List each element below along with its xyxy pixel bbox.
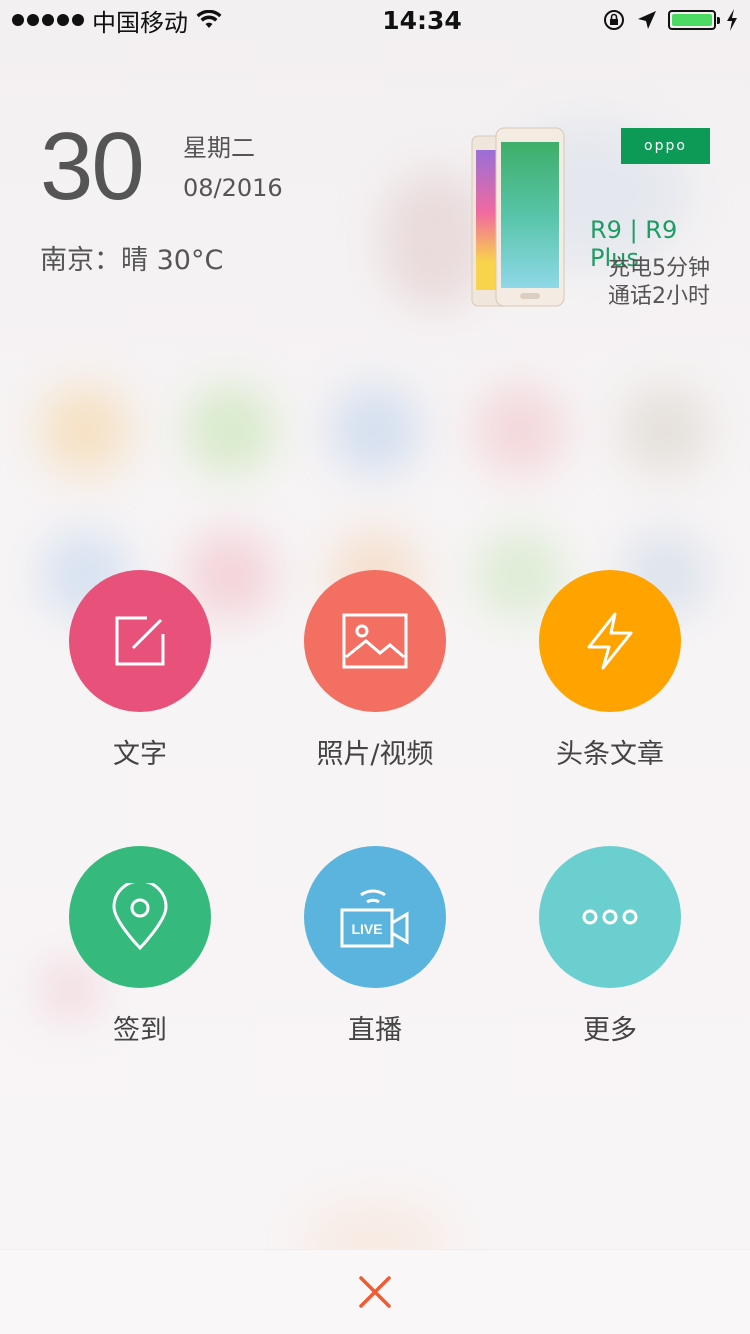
action-check-in[interactable]: 签到 <box>40 846 240 1047</box>
action-more-circle[interactable] <box>539 846 681 988</box>
phone-image <box>471 127 565 307</box>
location-arrow-icon <box>638 11 656 29</box>
action-photo-video-label: 照片/视频 <box>316 739 434 770</box>
lightning-icon <box>587 612 633 670</box>
action-live[interactable]: LIVE 直播 <box>275 846 475 1047</box>
action-headline-article-circle[interactable] <box>539 570 681 712</box>
edit-icon <box>115 616 165 666</box>
location-pin-icon <box>112 883 168 951</box>
action-text-label: 文字 <box>113 739 167 770</box>
ad-tagline-2: 通话2小时 <box>608 284 710 309</box>
live-camera-icon: LIVE <box>340 889 409 948</box>
svg-text:LIVE: LIVE <box>351 921 382 937</box>
charging-bolt-icon <box>727 9 737 31</box>
clock-time: 14:34 <box>382 5 462 35</box>
oppo-logo: oppo <box>621 128 710 164</box>
action-check-in-circle[interactable] <box>69 846 211 988</box>
phone-advertisement[interactable]: oppo R9 | R9 Plus 充电5分钟 通话2小时 <box>470 120 720 320</box>
action-check-in-label: 签到 <box>113 1015 167 1046</box>
date-weekday: 星期二 <box>183 134 255 162</box>
action-headline-article[interactable]: 头条文章 <box>510 570 710 771</box>
action-photo-video[interactable]: 照片/视频 <box>275 570 475 771</box>
signal-strength-icon <box>12 14 84 26</box>
battery-fill <box>672 14 712 26</box>
action-live-circle[interactable]: LIVE <box>304 846 446 988</box>
weather-text: 南京：晴 30°C <box>40 245 224 276</box>
date-day: 30 <box>40 113 145 220</box>
battery-icon <box>668 10 720 30</box>
action-text[interactable]: 文字 <box>40 570 240 771</box>
image-icon <box>342 613 408 669</box>
action-text-circle[interactable] <box>69 570 211 712</box>
bottom-bar <box>0 1249 750 1334</box>
close-icon[interactable] <box>358 1275 392 1309</box>
more-icon <box>582 909 638 925</box>
action-more-label: 更多 <box>583 1015 637 1046</box>
date-month-year: 08/2016 <box>183 174 283 202</box>
status-bar: 中国移动 14:34 <box>0 0 750 40</box>
action-headline-article-label: 头条文章 <box>556 739 664 770</box>
action-more[interactable]: 更多 <box>510 846 710 1047</box>
carrier-name: 中国移动 <box>92 8 188 37</box>
orientation-lock-icon <box>604 10 624 30</box>
action-live-label: 直播 <box>348 1015 402 1046</box>
wifi-icon <box>196 10 222 28</box>
action-photo-video-circle[interactable] <box>304 570 446 712</box>
